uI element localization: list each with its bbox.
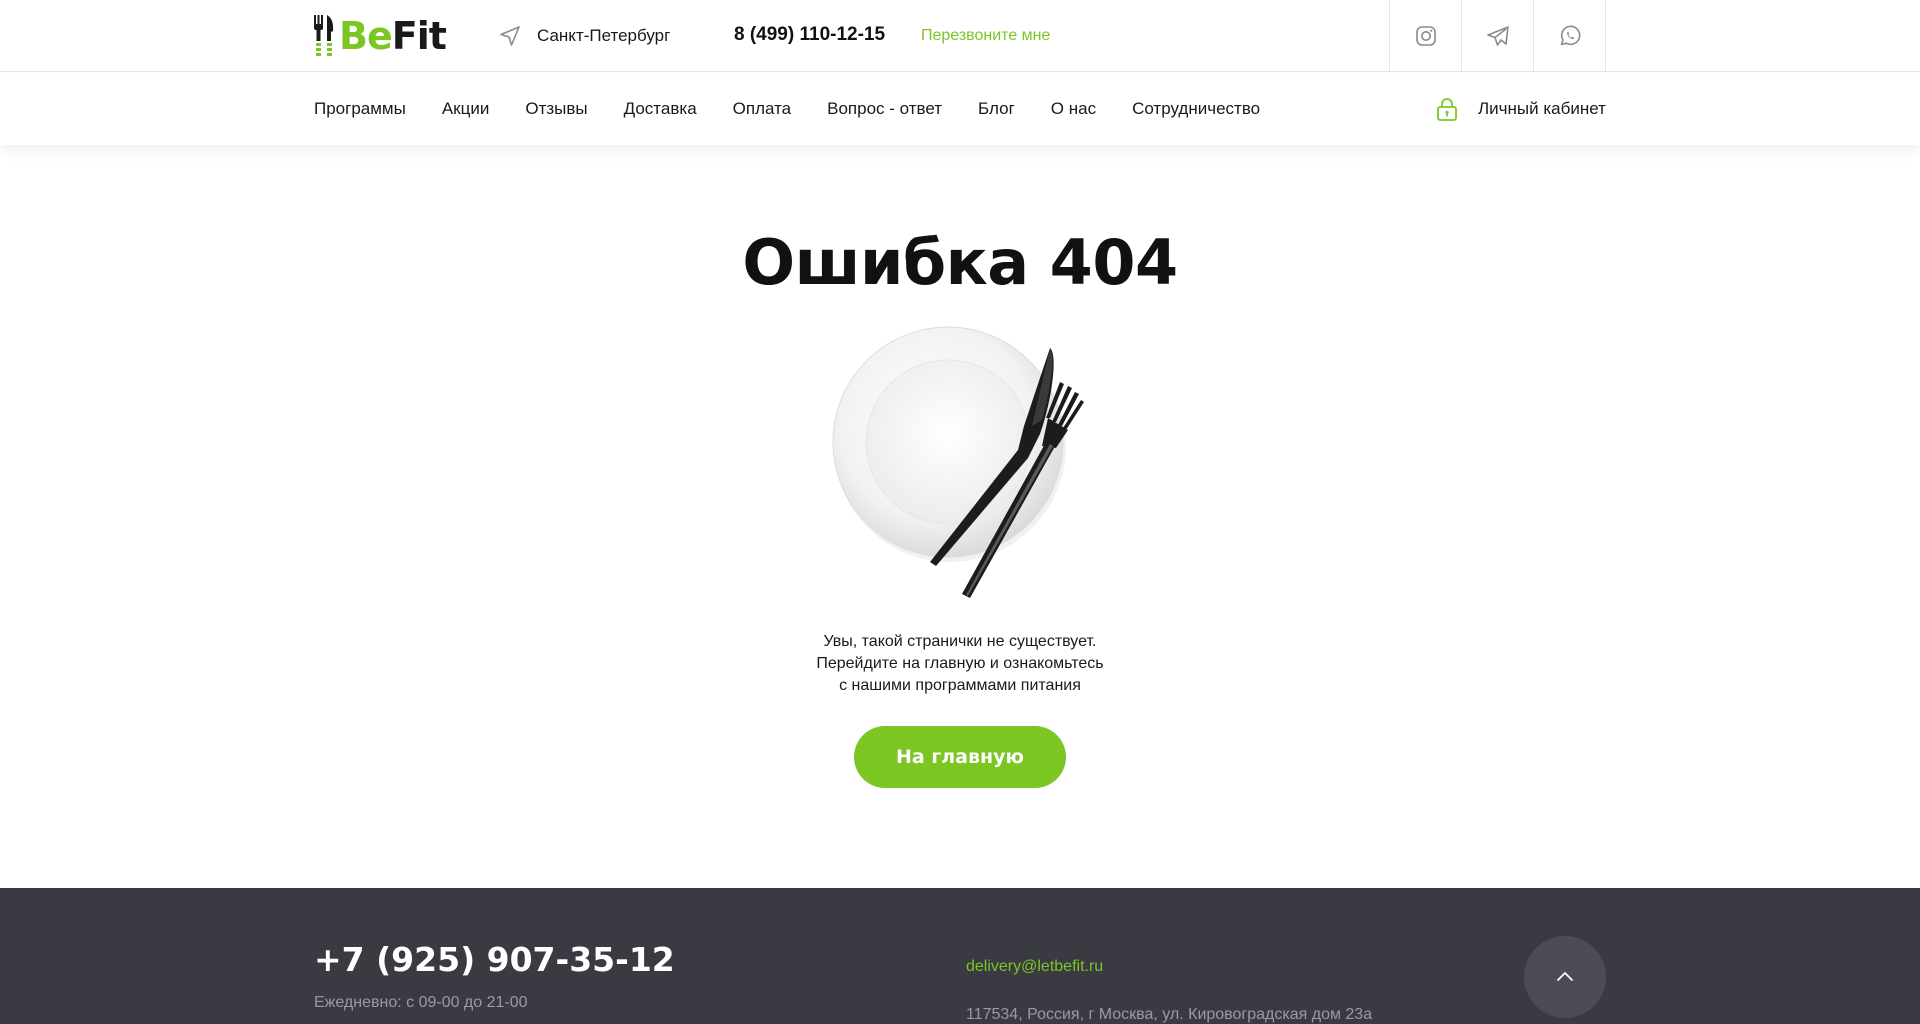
footer-working-hours: Ежедневно: с 09-00 до 21-00 bbox=[314, 994, 528, 1011]
personal-account-link[interactable]: Личный кабинет bbox=[1436, 73, 1606, 145]
callback-link[interactable]: Перезвоните мне bbox=[921, 27, 1050, 45]
logo[interactable]: BeFit bbox=[313, 14, 447, 58]
footer-email-link[interactable]: delivery@letbefit.ru bbox=[966, 958, 1103, 976]
nav-item-payment[interactable]: Оплата bbox=[733, 99, 791, 119]
footer-phone[interactable]: +7 (925) 907-35-12 bbox=[314, 940, 675, 979]
location-arrow-icon bbox=[500, 26, 520, 46]
nav-item-delivery[interactable]: Доставка bbox=[624, 99, 697, 119]
logo-text-fit: Fit bbox=[391, 14, 447, 58]
instagram-icon bbox=[1415, 26, 1436, 46]
logo-fork-knife-icon bbox=[314, 15, 334, 56]
telegram-icon bbox=[1486, 26, 1509, 46]
error-message: Увы, такой странички не существует. Пере… bbox=[0, 631, 1920, 697]
whatsapp-button[interactable] bbox=[1534, 0, 1606, 72]
main-nav: Программы Акции Отзывы Доставка Оплата В… bbox=[314, 73, 1296, 145]
nav-item-partnership[interactable]: Сотрудничество bbox=[1132, 99, 1260, 119]
logo-text: BeFit bbox=[339, 14, 447, 58]
main-nav-bar: Программы Акции Отзывы Доставка Оплата В… bbox=[0, 73, 1920, 145]
nav-item-programs[interactable]: Программы bbox=[314, 99, 406, 119]
nav-item-about[interactable]: О нас bbox=[1051, 99, 1096, 119]
home-button[interactable]: На главную bbox=[854, 726, 1066, 788]
scroll-to-top-button[interactable] bbox=[1524, 936, 1606, 1018]
page-title: Ошибка 404 bbox=[742, 226, 1178, 299]
footer-address: 117534, Россия, г Москва, ул. Кировоград… bbox=[966, 1006, 1373, 1023]
footer: +7 (925) 907-35-12 Ежедневно: с 09-00 до… bbox=[0, 888, 1920, 1024]
city-name: Санкт-Петербург bbox=[537, 26, 671, 45]
instagram-button[interactable] bbox=[1390, 0, 1462, 72]
personal-account-label: Личный кабинет bbox=[1478, 99, 1606, 118]
nav-item-promotions[interactable]: Акции bbox=[442, 99, 490, 119]
error-message-line: с нашими программами питания bbox=[839, 677, 1081, 694]
lock-icon bbox=[1437, 98, 1457, 121]
logo-text-be: Be bbox=[339, 14, 393, 58]
chevron-up-icon bbox=[1557, 972, 1573, 981]
nav-item-blog[interactable]: Блог bbox=[978, 99, 1015, 119]
whatsapp-icon bbox=[1560, 25, 1580, 46]
error-message-line: Перейдите на главную и ознакомьтесь bbox=[816, 655, 1104, 672]
social-links bbox=[1389, 0, 1606, 72]
empty-plate-illustration bbox=[832, 326, 1084, 598]
nav-item-faq[interactable]: Вопрос - ответ bbox=[827, 99, 942, 119]
error-message-line: Увы, такой странички не существует. bbox=[823, 633, 1097, 650]
header-phone[interactable]: 8 (499) 110-12-15 bbox=[734, 24, 885, 46]
telegram-button[interactable] bbox=[1462, 0, 1534, 72]
top-bar: BeFit Санкт-Петербург 8 (499) 110-12-15 … bbox=[0, 0, 1920, 72]
city-selector[interactable]: Санкт-Петербург bbox=[498, 24, 670, 48]
nav-item-reviews[interactable]: Отзывы bbox=[525, 99, 587, 119]
